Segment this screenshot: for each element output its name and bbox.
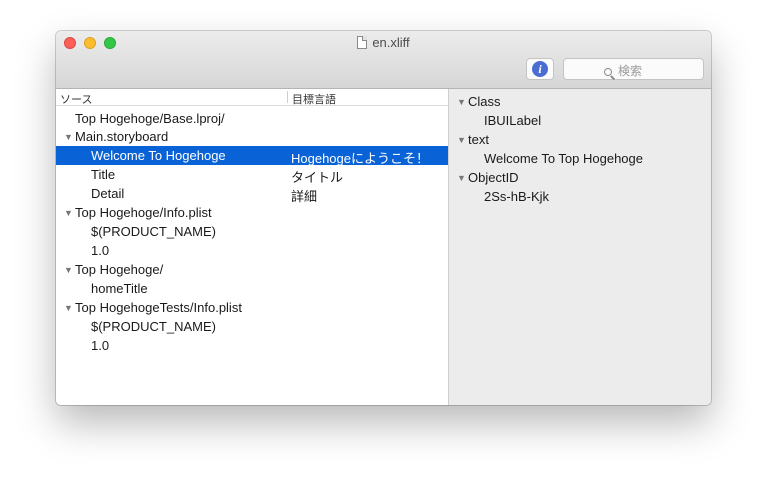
- group-label-line: Main.storyboard: [75, 129, 169, 144]
- disclosure-triangle-icon[interactable]: ▼: [457, 97, 466, 107]
- group-label: Top Hogehoge/Base.lproj/Main.storyboard: [75, 110, 225, 146]
- source-cell: Welcome To Hogehoge: [91, 148, 226, 163]
- table-row[interactable]: 1.0: [56, 336, 448, 355]
- group-label: Top Hogehoge/Info.plist: [75, 205, 212, 220]
- table-group-row[interactable]: ▼ Top Hogehoge/: [56, 260, 448, 279]
- search-placeholder: 検索: [618, 64, 643, 78]
- table-group-row[interactable]: ▼ Top Hogehoge/Info.plist: [56, 203, 448, 222]
- table-group-row[interactable]: ▼ Top Hogehoge/Base.lproj/Main.storyboard: [56, 108, 448, 146]
- group-label: Top HogehogeTests/Info.plist: [75, 300, 242, 315]
- table-row[interactable]: 1.0: [56, 241, 448, 260]
- source-cell: $(PRODUCT_NAME): [91, 224, 216, 239]
- inspector-list: ▼ Class IBUILabel ▼ text Welcome To Top Hogeh…: [449, 89, 711, 206]
- disclosure-triangle-icon[interactable]: ▼: [64, 265, 73, 275]
- inspector-value-row: Welcome To Top Hogehoge: [449, 149, 711, 168]
- table-rows: ▼ Top Hogehoge/Base.lproj/Main.storyboard…: [56, 106, 448, 355]
- window-title: en.xliff: [372, 35, 410, 50]
- inspector-key-row[interactable]: ▼ text: [449, 130, 711, 149]
- table-row[interactable]: homeTitle: [56, 279, 448, 298]
- source-cell: Detail: [91, 186, 125, 201]
- title-bar: en.xliff i 検索: [56, 31, 711, 89]
- table-header: ソース 目標言語: [56, 89, 448, 106]
- group-label-line: Top Hogehoge/: [75, 262, 164, 277]
- source-cell: homeTitle: [91, 281, 148, 296]
- inspector-value: Welcome To Top Hogehoge: [484, 151, 643, 166]
- source-cell: 1.0: [91, 338, 110, 353]
- source-cell: 1.0: [91, 243, 110, 258]
- table-row[interactable]: Title タイトル: [56, 165, 448, 185]
- table-row[interactable]: $(PRODUCT_NAME): [56, 222, 448, 241]
- search-icon: [604, 68, 612, 76]
- inspector-key: ObjectID: [468, 170, 519, 185]
- source-cell: $(PRODUCT_NAME): [91, 319, 216, 334]
- translation-table[interactable]: ソース 目標言語 ▼ Top Hogehoge/Base.lproj/Main.s…: [56, 89, 448, 405]
- search-field[interactable]: 検索: [563, 58, 704, 80]
- inspector-key-row[interactable]: ▼ ObjectID: [449, 168, 711, 187]
- inspector-key: text: [468, 132, 489, 147]
- inspector-value-row: IBUILabel: [449, 111, 711, 130]
- group-label-line: Top HogehogeTests/Info.plist: [75, 300, 242, 315]
- disclosure-triangle-icon[interactable]: ▼: [64, 132, 73, 142]
- inspector-value-row: 2Ss-hB-Kjk: [449, 187, 711, 206]
- inspector-value: 2Ss-hB-Kjk: [484, 189, 550, 204]
- window-title-area: en.xliff: [56, 35, 711, 50]
- search-placeholder-wrap: 検索: [604, 62, 642, 79]
- inspector-panel: ▼ Class IBUILabel ▼ text Welcome To Top Hogeh…: [449, 89, 711, 405]
- header-separator: [287, 91, 288, 103]
- app-window: en.xliff i 検索 ソース 目標言語 ▼ Top Hogehoge/Bas…: [56, 31, 711, 405]
- source-cell: Title: [91, 167, 116, 182]
- table-row[interactable]: Welcome To Hogehoge Hogehogeにようこそ！: [56, 146, 448, 166]
- info-button[interactable]: i: [526, 58, 554, 80]
- document-icon: [357, 36, 368, 49]
- inspector-key-row[interactable]: ▼ Class: [449, 92, 711, 111]
- group-label-line: Top Hogehoge/Info.plist: [75, 205, 212, 220]
- table-row[interactable]: $(PRODUCT_NAME): [56, 317, 448, 336]
- group-label: Top Hogehoge/: [75, 262, 163, 277]
- disclosure-triangle-icon[interactable]: ▼: [64, 208, 73, 218]
- inspector-key: Class: [468, 94, 501, 109]
- table-row[interactable]: Detail 詳細: [56, 184, 448, 204]
- info-icon: i: [532, 61, 548, 77]
- disclosure-triangle-icon[interactable]: ▼: [457, 173, 466, 183]
- table-group-row[interactable]: ▼ Top HogehogeTests/Info.plist: [56, 298, 448, 317]
- inspector-value: IBUILabel: [484, 113, 542, 128]
- disclosure-triangle-icon[interactable]: ▼: [457, 135, 466, 145]
- header-target[interactable]: 目標言語: [292, 91, 336, 107]
- header-source[interactable]: ソース: [60, 91, 92, 107]
- group-label-line: Top Hogehoge/Base.lproj/: [75, 111, 225, 126]
- disclosure-triangle-icon[interactable]: ▼: [64, 303, 73, 313]
